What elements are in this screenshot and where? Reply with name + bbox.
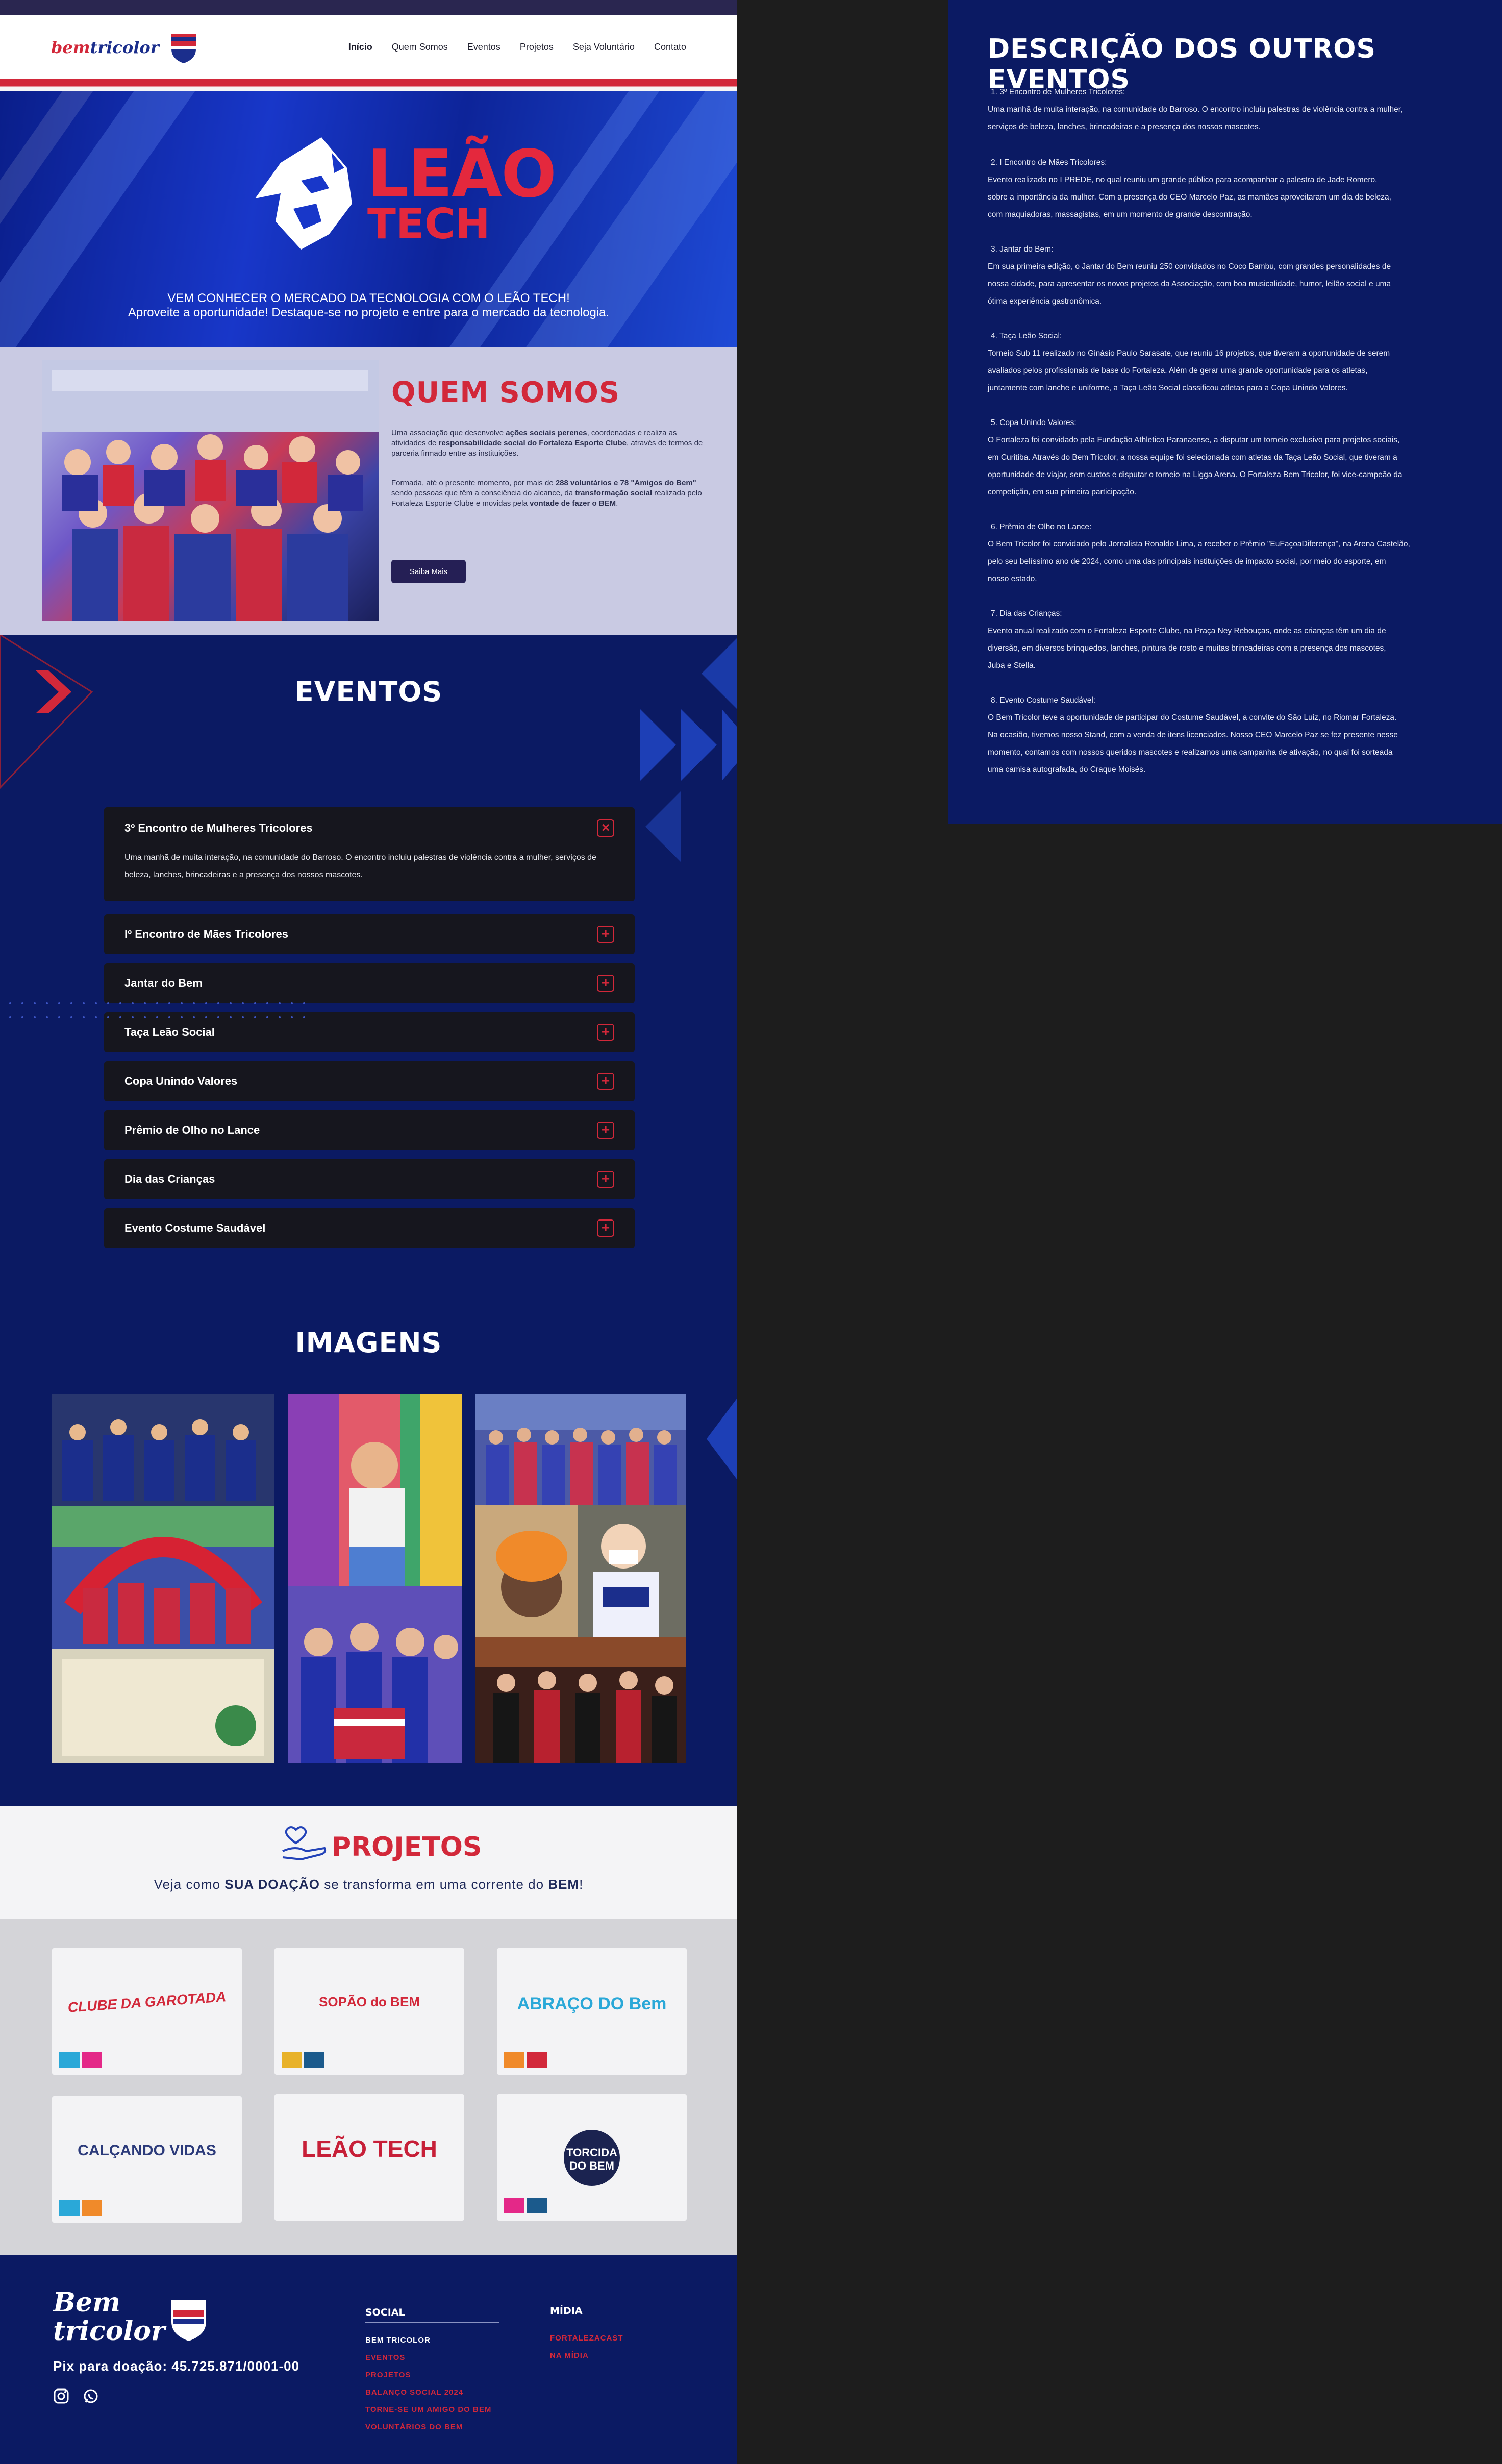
ods-badges — [59, 2052, 102, 2068]
footer-link-bem-tricolor[interactable]: BEM TRICOLOR — [365, 2336, 431, 2345]
decor-arrow-icon — [0, 635, 93, 789]
gallery-image[interactable] — [475, 1394, 686, 1505]
nav-eventos[interactable]: Eventos — [467, 42, 500, 53]
plus-icon[interactable]: + — [597, 1073, 614, 1090]
fortaleza-crest-icon — [171, 2300, 206, 2341]
hand-heart-icon — [282, 1826, 327, 1861]
gallery-image[interactable] — [475, 1505, 686, 1637]
decor-triangle-icon — [707, 1398, 737, 1480]
close-icon[interactable]: × — [597, 819, 614, 837]
footer-link-projetos[interactable]: PROJETOS — [365, 2371, 411, 2379]
main-nav: Início Quem Somos Eventos Projetos Seja … — [348, 42, 686, 53]
plus-icon[interactable]: + — [597, 1122, 614, 1139]
projetos-subtitle: Veja como SUA DOAÇÃO se transforma em um… — [154, 1877, 584, 1892]
plus-icon[interactable]: + — [597, 926, 614, 943]
description-block: 1. 3º Encontro de Mulheres Tricolores: U… — [988, 88, 1403, 131]
plus-icon[interactable]: + — [597, 1171, 614, 1188]
footer-link-amigo[interactable]: TORNE-SE UM AMIGO DO BEM — [365, 2405, 491, 2414]
nav-inicio[interactable]: Início — [348, 42, 372, 53]
projetos-grid: CLUBE DA GAROTADA SOPÃO do BEM ABRAÇO DO… — [0, 1919, 737, 2255]
accordion-item-open: 3º Encontro de Mulheres Tricolores × Uma… — [104, 807, 635, 901]
footer-logo[interactable]: Bem tricolor — [53, 2288, 165, 2346]
project-card-leao-tech[interactable]: LEÃO TECH — [274, 2094, 464, 2221]
site-header: bemtricolor Início Quem Somos Eventos Pr… — [0, 15, 737, 79]
plus-icon[interactable]: + — [597, 975, 614, 992]
ods-badges — [282, 2052, 324, 2068]
plus-icon[interactable]: + — [597, 1024, 614, 1041]
accordion-item[interactable]: Copa Unindo Valores + — [104, 1061, 635, 1101]
pix-info: Pix para doação: 45.725.871/0001-00 — [53, 2358, 300, 2374]
accordion-item[interactable]: Dia das Crianças + — [104, 1159, 635, 1199]
ods-badges — [59, 2200, 102, 2216]
gallery-image[interactable] — [288, 1394, 462, 1586]
instagram-icon[interactable] — [53, 2388, 69, 2404]
fortaleza-crest-icon — [169, 31, 198, 64]
description-block: 2. I Encontro de Mães Tricolores: Evento… — [988, 158, 1391, 219]
project-card-calcando-vidas[interactable]: CALÇANDO VIDAS — [52, 2096, 242, 2223]
footer-link-voluntarios[interactable]: VOLUNTÁRIOS DO BEM — [365, 2423, 463, 2431]
projetos-title: PROJETOS — [332, 1832, 482, 1862]
nav-contato[interactable]: Contato — [654, 42, 686, 53]
accordion-item[interactable]: Iº Encontro de Mães Tricolores + — [104, 914, 635, 954]
main-page: bemtricolor Início Quem Somos Eventos Pr… — [0, 0, 737, 2464]
quem-somos-section: QUEM SOMOS Uma associação que desenvolve… — [0, 347, 737, 635]
social-column-title: SOCIAL — [365, 2307, 499, 2323]
saiba-mais-button[interactable]: Saiba Mais — [391, 560, 466, 583]
accordion-item[interactable]: Evento Costume Saudável + — [104, 1208, 635, 1248]
decor-dots-icon — [9, 1002, 305, 1018]
footer-link-na-midia[interactable]: NA MÍDIA — [550, 2351, 589, 2360]
footer-link-fortalezacast[interactable]: FORTALEZACAST — [550, 2334, 623, 2343]
quem-somos-title: QUEM SOMOS — [391, 376, 620, 409]
description-block: 3. Jantar do Bem: Em sua primeira edição… — [988, 245, 1391, 306]
imagens-title: IMAGENS — [295, 1327, 442, 1359]
footer-link-eventos[interactable]: EVENTOS — [365, 2353, 405, 2362]
footer-link-balanco[interactable]: BALANÇO SOCIAL 2024 — [365, 2388, 463, 2397]
accordion-item[interactable]: Prêmio de Olho no Lance + — [104, 1110, 635, 1150]
description-block: 5. Copa Unindo Valores: O Fortaleza foi … — [988, 418, 1403, 496]
gallery-image[interactable] — [52, 1394, 274, 1763]
projetos-header: PROJETOS Veja como SUA DOAÇÃO se transfo… — [0, 1806, 737, 1919]
project-card-sopao-do-bem[interactable]: SOPÃO do BEM — [274, 1948, 464, 2075]
whatsapp-icon[interactable] — [83, 2388, 99, 2404]
hero-title: LEÃO TECH — [367, 136, 557, 249]
event-descriptions-panel: DESCRIÇÃO DOS OUTROS EVENTOS 1. 3º Encon… — [948, 0, 1502, 824]
description-block: 6. Prêmio de Olho no Lance: O Bem Tricol… — [988, 522, 1410, 583]
description-block: 8. Evento Costume Saudável: O Bem Tricol… — [988, 696, 1398, 774]
quem-somos-paragraph-2: Formada, até o presente momento, por mai… — [391, 479, 702, 508]
team-photo — [42, 360, 379, 621]
browser-strip — [0, 0, 737, 15]
gallery-image[interactable] — [475, 1637, 686, 1763]
nav-quem-somos[interactable]: Quem Somos — [392, 42, 448, 53]
plus-icon[interactable]: + — [597, 1219, 614, 1237]
project-card-abraco-do-bem[interactable]: ABRAÇO DO Bem — [497, 1948, 687, 2075]
description-block: 4. Taça Leão Social: Torneio Sub 11 real… — [988, 332, 1390, 392]
project-card-clube-garotada[interactable]: CLUBE DA GAROTADA — [52, 1948, 242, 2075]
ods-badges — [504, 2198, 547, 2213]
nav-seja-voluntario[interactable]: Seja Voluntário — [573, 42, 635, 53]
description-block: 7. Dia das Crianças: Evento anual realiz… — [988, 609, 1386, 670]
project-card-torcida-do-bem[interactable]: TORCIDA DO BEM — [497, 2094, 687, 2221]
lion-head-icon — [255, 137, 352, 250]
site-footer: Bem tricolor Pix para doação: 45.725.871… — [0, 2255, 737, 2464]
site-logo[interactable]: bemtricolor — [51, 31, 198, 64]
hero-banner[interactable]: LEÃO TECH VEM CONHECER O MERCADO DA TECN… — [0, 91, 737, 347]
eventos-title: EVENTOS — [294, 676, 443, 708]
quem-somos-paragraph-1: Uma associação que desenvolve ações soci… — [391, 429, 703, 458]
midia-column-title: MÍDIA — [550, 2305, 684, 2321]
header-divider — [0, 79, 737, 91]
hero-subtitle: VEM CONHECER O MERCADO DA TECNOLOGIA COM… — [128, 291, 610, 319]
accordion-item[interactable]: Jantar do Bem + — [104, 963, 635, 1003]
nav-projetos[interactable]: Projetos — [520, 42, 554, 53]
gallery-image[interactable] — [288, 1586, 462, 1763]
ods-badges — [504, 2052, 547, 2068]
accordion-header[interactable]: 3º Encontro de Mulheres Tricolores × — [104, 807, 635, 849]
accordion-content: Uma manhã de muita interação, na comunid… — [124, 853, 596, 879]
logo-text: bemtricolor — [51, 37, 159, 57]
